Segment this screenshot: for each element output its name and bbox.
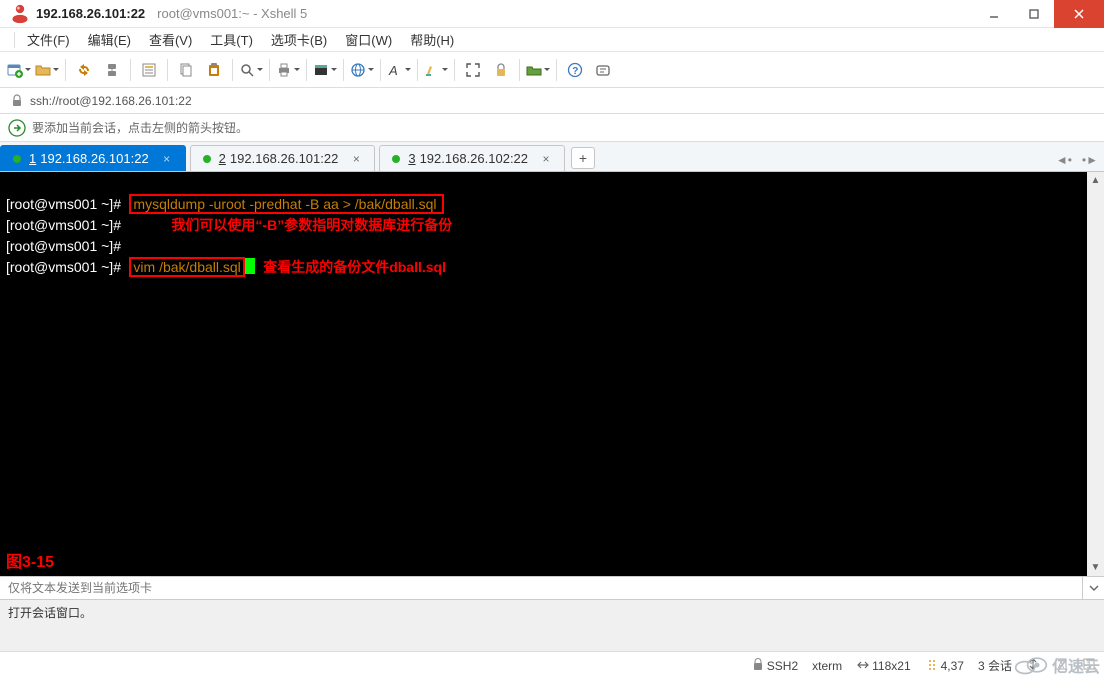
command-box: mysqldump -uroot -predhat -B aa > /bak/d…	[129, 194, 444, 214]
menu-edit[interactable]: 编辑(E)	[88, 30, 131, 49]
status-term: xterm	[812, 659, 842, 673]
menu-view[interactable]: 查看(V)	[149, 30, 192, 49]
reconnect-button[interactable]	[71, 57, 97, 83]
prompt: [root@vms001 ~]#	[6, 196, 121, 212]
address-url: ssh://root@192.168.26.101:22	[30, 94, 192, 108]
minimize-button[interactable]	[974, 0, 1014, 28]
prompt: [root@vms001 ~]#	[6, 217, 121, 233]
compose-bar-button[interactable]	[590, 57, 616, 83]
title-ip: 192.168.26.101:22	[36, 6, 145, 21]
hint-bar: 要添加当前会话，点击左侧的箭头按钮。	[0, 114, 1104, 142]
new-session-button[interactable]	[6, 57, 32, 83]
figure-label: 图3-15	[6, 553, 54, 572]
status-bar: SSH2 xterm 118x21 4,37 3 会话 A 1	[0, 651, 1104, 679]
tab-close-icon[interactable]: ×	[348, 151, 364, 167]
terminal[interactable]: [root@vms001 ~]# mysqldump -uroot -predh…	[0, 172, 1087, 576]
command-box: vim /bak/dball.sql	[129, 257, 244, 277]
tab-1[interactable]: 1 192.168.26.101:22 ×	[0, 145, 186, 171]
menu-tools[interactable]: 工具(T)	[210, 30, 253, 49]
status-size: 118x21	[856, 658, 910, 673]
paste-button[interactable]	[201, 57, 227, 83]
tab-strip: 1 192.168.26.101:22 × 2 192.168.26.101:2…	[0, 142, 1104, 172]
message-bar: 打开会话窗口。	[0, 600, 1104, 622]
terminal-area: [root@vms001 ~]# mysqldump -uroot -predh…	[0, 172, 1104, 576]
scroll-track[interactable]	[1087, 189, 1104, 559]
color-scheme-button[interactable]	[312, 57, 338, 83]
encoding-button[interactable]	[349, 57, 375, 83]
tab-nav-next-icon[interactable]: •►	[1082, 153, 1098, 167]
tab-label: 192.168.26.102:22	[420, 151, 528, 166]
highlight-button[interactable]	[423, 57, 449, 83]
message-text: 打开会话窗口。	[8, 606, 92, 620]
cursor	[245, 258, 255, 274]
menu-window[interactable]: 窗口(W)	[345, 30, 392, 49]
tab-number: 3	[408, 151, 415, 166]
menu-file[interactable]: 文件(F)	[27, 30, 70, 49]
command-text: mysqldump -uroot -predhat -B aa > /bak/d…	[133, 196, 436, 212]
status-dot-icon	[392, 155, 400, 163]
menu-bar: 文件(F) 编辑(E) 查看(V) 工具(T) 选项卡(B) 窗口(W) 帮助(…	[0, 28, 1104, 52]
scroll-up-icon[interactable]: ▲	[1087, 172, 1104, 189]
svg-text:?: ?	[572, 66, 578, 77]
help-button[interactable]: ?	[562, 57, 588, 83]
open-session-button[interactable]	[34, 57, 60, 83]
copy-button[interactable]	[173, 57, 199, 83]
prompt: [root@vms001 ~]#	[6, 238, 121, 254]
close-button[interactable]	[1054, 0, 1104, 28]
compose-bar	[0, 576, 1104, 600]
tab-label: 192.168.26.101:22	[230, 151, 338, 166]
status-dot-icon	[13, 155, 21, 163]
tab-number: 1	[29, 151, 36, 166]
hint-text: 要添加当前会话，点击左侧的箭头按钮。	[32, 119, 248, 136]
tab-3[interactable]: 3 192.168.26.102:22 ×	[379, 145, 565, 171]
tab-close-icon[interactable]: ×	[159, 151, 175, 167]
find-button[interactable]	[238, 57, 264, 83]
status-sessions: 3 会话	[978, 657, 1012, 674]
tab-nav-prev-icon[interactable]: ◄•	[1056, 153, 1072, 167]
lock-button[interactable]	[488, 57, 514, 83]
print-button[interactable]	[275, 57, 301, 83]
fullscreen-button[interactable]	[460, 57, 486, 83]
tab-nav-arrows[interactable]: ◄• •►	[1056, 153, 1098, 167]
compose-input[interactable]	[0, 577, 1082, 599]
annotation: 查看生成的备份文件dball.sql	[263, 259, 446, 275]
title-suffix: root@vms001:~ - Xshell 5	[157, 6, 307, 21]
maximize-button[interactable]	[1014, 0, 1054, 28]
menu-help[interactable]: 帮助(H)	[410, 30, 454, 49]
app-icon	[10, 4, 30, 24]
svg-text:A: A	[388, 63, 398, 78]
disconnect-button[interactable]	[99, 57, 125, 83]
tab-close-icon[interactable]: ×	[538, 151, 554, 167]
address-bar[interactable]: ssh://root@192.168.26.101:22	[0, 88, 1104, 114]
status-dot-icon	[203, 155, 211, 163]
font-button[interactable]: A	[386, 57, 412, 83]
watermark: 亿速云	[1014, 653, 1100, 677]
terminal-scrollbar[interactable]: ▲ ▼	[1087, 172, 1104, 576]
command-text: vim /bak/dball.sql	[133, 259, 240, 275]
add-session-icon[interactable]	[8, 119, 26, 137]
watermark-text: 亿速云	[1052, 653, 1100, 677]
tab-number: 2	[219, 151, 226, 166]
properties-button[interactable]	[136, 57, 162, 83]
lock-icon	[10, 94, 24, 108]
xftp-button[interactable]	[525, 57, 551, 83]
menu-tabs[interactable]: 选项卡(B)	[271, 30, 327, 49]
compose-target-dropdown[interactable]	[1082, 577, 1104, 599]
tab-label: 192.168.26.101:22	[40, 151, 148, 166]
tab-2[interactable]: 2 192.168.26.101:22 ×	[190, 145, 376, 171]
scroll-down-icon[interactable]: ▼	[1087, 559, 1104, 576]
status-proto: SSH2	[751, 658, 798, 673]
new-tab-button[interactable]: +	[571, 147, 595, 169]
toolbar: A ?	[0, 52, 1104, 88]
title-bar: 192.168.26.101:22 root@vms001:~ - Xshell…	[0, 0, 1104, 28]
prompt: [root@vms001 ~]#	[6, 259, 121, 275]
status-cursor: 4,37	[925, 658, 964, 673]
menu-grip	[14, 32, 15, 48]
annotation: 我们可以使用“-B”参数指明对数据库进行备份	[171, 217, 452, 233]
